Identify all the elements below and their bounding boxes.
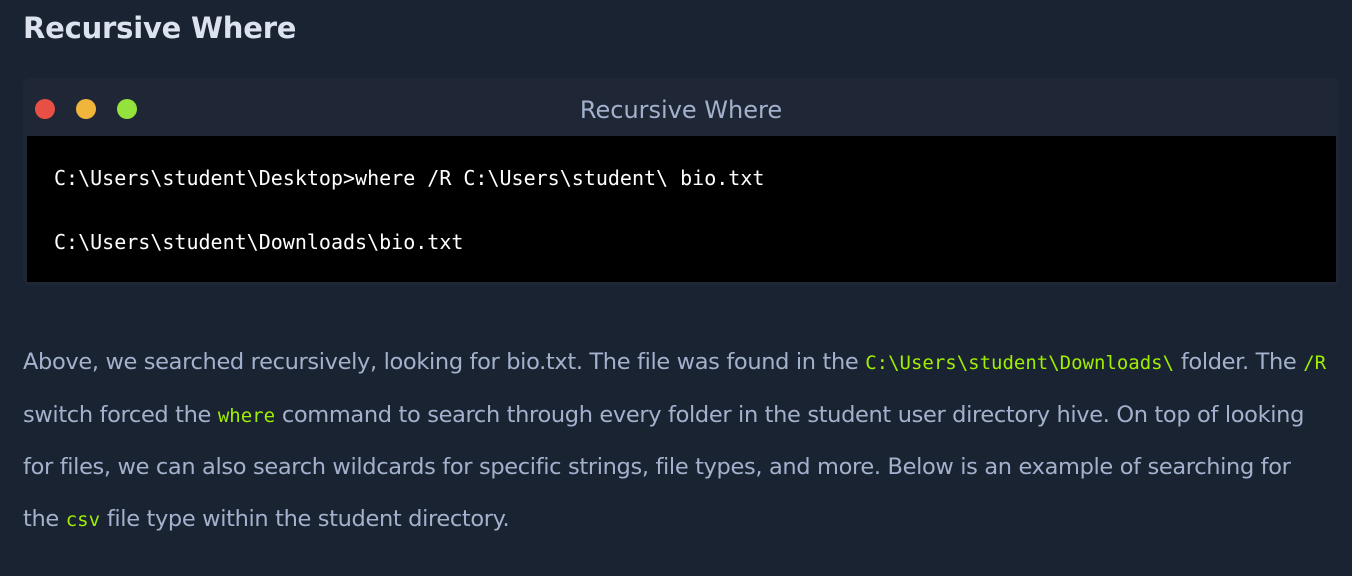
inline-code-command: where [217, 404, 276, 427]
paragraph-text: Above, we searched recursively, looking … [23, 349, 866, 375]
paragraph-text: file type within the student directory. [100, 505, 510, 532]
paragraph-text: folder. The [1174, 349, 1304, 375]
paragraph-text: switch forced the [23, 401, 218, 428]
terminal-title: Recursive Where [579, 96, 783, 124]
inline-code-filetype: csv [65, 508, 101, 531]
section-title: Recursive Where [23, 11, 297, 45]
explanation-paragraph: Above, we searched recursively, looking … [23, 337, 1333, 546]
inline-code-switch: /R [1303, 352, 1327, 374]
terminal-header: Recursive Where [23, 78, 1339, 136]
terminal-window: Recursive Where C:\Users\student\Desktop… [23, 78, 1339, 285]
terminal-body[interactable]: C:\Users\student\Desktop>where /R C:\Use… [27, 136, 1336, 282]
terminal-line-command: C:\Users\student\Desktop>where /R C:\Use… [54, 166, 765, 190]
inline-code-path: C:\Users\student\Downloads\ [865, 352, 1175, 374]
terminal-line-output: C:\Users\student\Downloads\bio.txt [54, 230, 464, 254]
